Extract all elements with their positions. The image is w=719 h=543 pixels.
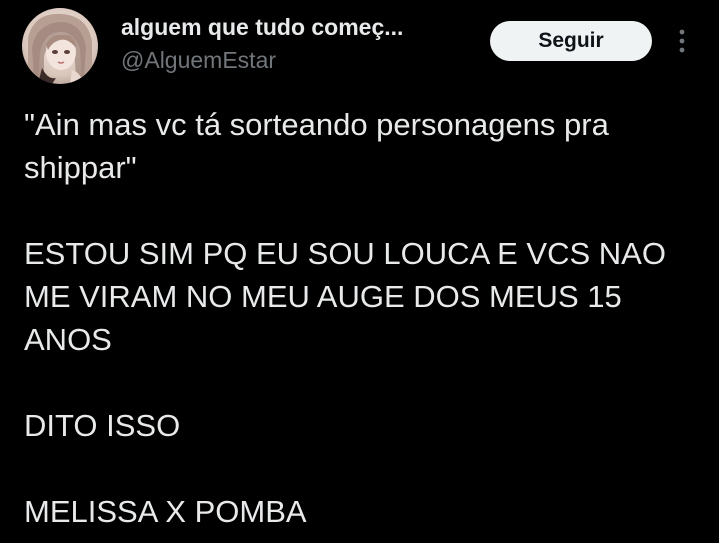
tweet: alguem que tudo começ... @AlguemEstar Se… [0,0,719,543]
tweet-text: "Ain mas vc tá sorteando personagens pra… [24,103,704,533]
avatar-image [22,8,98,84]
tweet-paragraph-2: ESTOU SIM PQ EU SOU LOUCA E VCS NAO ME V… [24,236,666,357]
tweet-paragraph-1: "Ain mas vc tá sorteando personagens pra… [24,107,609,185]
author-handle[interactable]: @AlguemEstar [121,47,276,74]
avatar[interactable] [22,8,98,84]
more-vertical-icon[interactable] [674,26,690,56]
follow-button[interactable]: Seguir [490,21,652,61]
tweet-paragraph-4: MELISSA X POMBA [24,494,307,529]
tweet-paragraph-3: DITO ISSO [24,408,181,443]
more-dots-glyph [679,29,685,53]
author-display-name[interactable]: alguem que tudo começ... [121,14,403,41]
